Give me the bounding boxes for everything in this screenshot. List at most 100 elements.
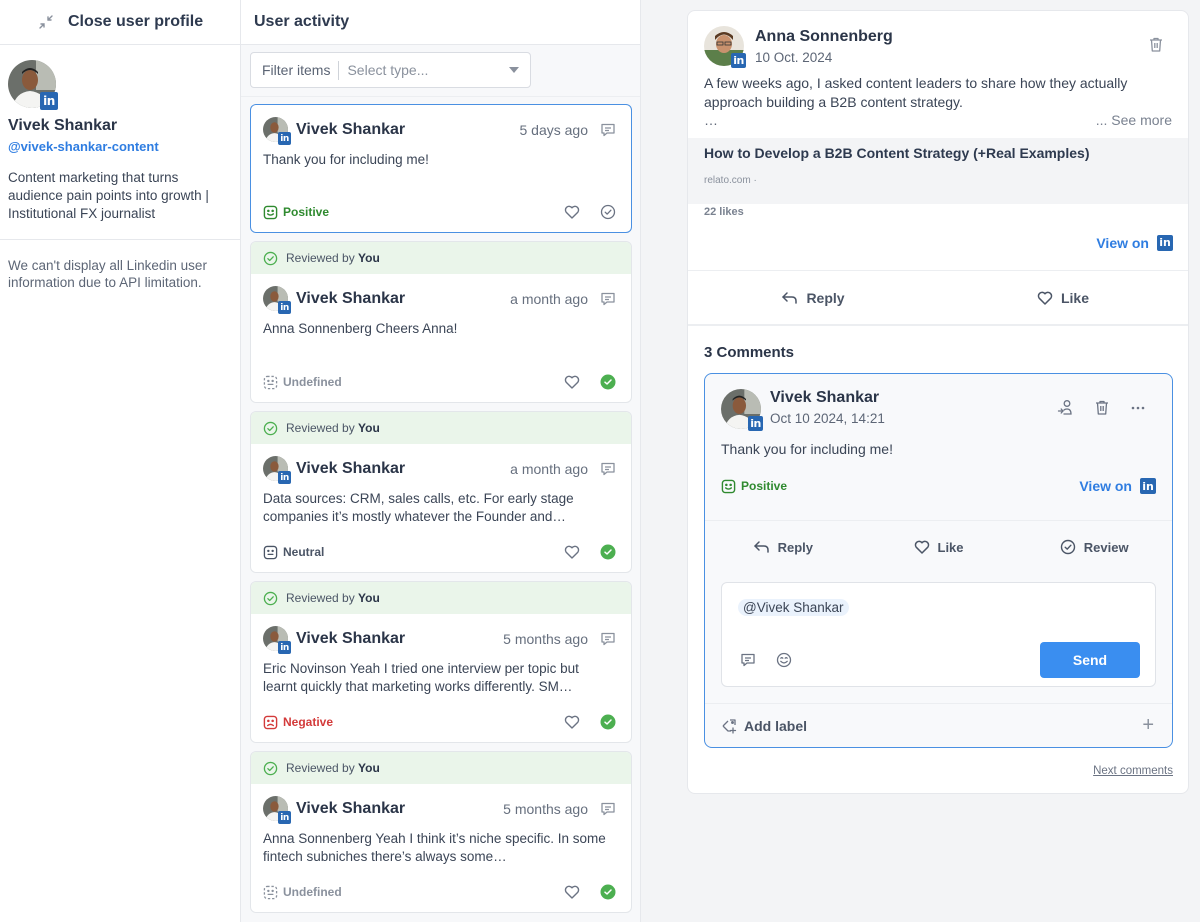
send-button[interactable]: Send [1040, 642, 1140, 678]
sad-face-icon [263, 715, 278, 729]
check-circle-icon [263, 591, 278, 605]
post-date: 10 Oct. 2024 [755, 50, 833, 65]
user-profile-sidebar: Close user profile in Vivek Shankar @viv… [0, 0, 241, 922]
linkedin-badge-icon: in [278, 811, 291, 824]
linkedin-badge-icon: in [278, 301, 291, 314]
plus-icon[interactable]: + [1142, 714, 1154, 737]
reviewed-check-icon[interactable] [600, 714, 616, 730]
comment-reply-button[interactable]: Reply [705, 521, 861, 573]
filter-type-select[interactable]: Filter items Select type... [250, 52, 531, 88]
review-check-icon[interactable] [600, 204, 616, 220]
api-limitation-note: We can't display all Linkedin user infor… [8, 258, 207, 290]
close-user-profile-button[interactable]: Close user profile [0, 0, 240, 45]
linkedin-badge-icon: in [748, 416, 763, 431]
neutral-face-icon [263, 545, 278, 559]
comment-icon[interactable] [600, 801, 616, 817]
linkedin-badge-icon: in [40, 92, 58, 110]
heart-icon[interactable] [564, 884, 580, 900]
comment-date: Oct 10 2024, 14:21 [770, 411, 885, 426]
likes-count: 22 likes [704, 206, 744, 218]
sentiment-badge[interactable]: Positive [263, 205, 564, 220]
profile-name: Vivek Shankar [8, 117, 118, 134]
undefined-sentiment-icon [263, 885, 278, 899]
heart-icon[interactable] [564, 374, 580, 390]
more-options-icon[interactable] [1130, 399, 1146, 416]
reviewed-banner: Reviewed by You [251, 752, 631, 784]
item-time: 5 months ago [503, 800, 588, 817]
next-comments-link[interactable]: Next comments [688, 748, 1188, 777]
comment-card: in Vivek Shankar Oct 10 2024, 14:21 Than… [704, 373, 1173, 748]
activity-title: User activity [254, 13, 350, 30]
avatar: in [263, 117, 291, 145]
comment-icon[interactable] [600, 461, 616, 477]
linkedin-badge-icon: in [278, 471, 291, 484]
trash-icon[interactable] [1148, 36, 1164, 53]
view-on-linkedin-link[interactable]: View on in [1079, 478, 1156, 494]
post-reply-button[interactable]: Reply [688, 271, 938, 324]
activity-item[interactable]: in Vivek Shankar 5 days ago Thank you fo… [250, 104, 632, 233]
post-text: A few weeks ago, I asked content leaders… [704, 75, 1128, 110]
check-circle-icon [263, 421, 278, 435]
item-author: Vivek Shankar [296, 120, 406, 138]
comment-icon[interactable] [600, 122, 616, 138]
item-text: Anna Sonnenberg Cheers Anna! [263, 321, 458, 336]
heart-icon[interactable] [564, 204, 580, 220]
link-domain: relato.com · [704, 175, 757, 186]
reviewed-banner: Reviewed by You [251, 242, 631, 274]
sentiment-badge[interactable]: Negative [263, 715, 564, 730]
reviewed-banner: Reviewed by You [251, 412, 631, 444]
item-author: Vivek Shankar [296, 289, 406, 307]
filter-divider [338, 60, 340, 80]
activity-item[interactable]: Reviewed by You in Vivek Shankar 5 month… [250, 751, 632, 913]
item-text: Anna Sonnenberg Yeah I think it’s niche … [263, 831, 606, 864]
saved-replies-icon[interactable] [740, 652, 756, 668]
chevron-down-icon [509, 67, 519, 73]
reviewed-check-icon[interactable] [600, 884, 616, 900]
sentiment-badge[interactable]: Neutral [263, 545, 564, 560]
add-label-button[interactable]: Add label + [705, 703, 1172, 747]
reply-compose-box[interactable]: @Vivek Shankar Send [721, 582, 1156, 687]
activity-item[interactable]: Reviewed by You in Vivek Shankar a month… [250, 411, 632, 573]
filter-placeholder: Select type... [347, 62, 429, 78]
check-circle-icon [263, 761, 278, 775]
smiley-icon [721, 479, 736, 493]
sentiment-badge[interactable]: Undefined [263, 885, 564, 900]
see-more-link[interactable]: ... See more [1096, 112, 1172, 134]
link-title: How to Develop a B2B Content Strategy (+… [704, 145, 1090, 161]
post-actions: Reply Like [688, 270, 1188, 326]
undefined-sentiment-icon [263, 375, 278, 389]
activity-item[interactable]: Reviewed by You in Vivek Shankar a month… [250, 241, 632, 403]
trash-icon[interactable] [1094, 399, 1110, 416]
activity-item[interactable]: Reviewed by You in Vivek Shankar 5 month… [250, 581, 632, 743]
item-author: Vivek Shankar [296, 799, 406, 817]
filter-bar: Filter items Select type... [241, 45, 640, 97]
comment-like-button[interactable]: Like [861, 521, 1017, 573]
profile-card: in Vivek Shankar @vivek-shankar-content … [0, 45, 240, 240]
smiley-icon [263, 205, 278, 219]
link-preview[interactable]: How to Develop a B2B Content Strategy (+… [688, 138, 1188, 204]
comment-icon[interactable] [600, 291, 616, 307]
reviewed-check-icon[interactable] [600, 374, 616, 390]
reviewed-check-icon[interactable] [600, 544, 616, 560]
sentiment-badge[interactable]: Positive [721, 479, 1079, 494]
profile-bio: Content marketing that turns audience pa… [8, 170, 209, 221]
post: in Anna Sonnenberg 10 Oct. 2024 A few we… [688, 11, 1188, 134]
profile-handle-link[interactable]: @vivek-shankar-content [8, 139, 232, 154]
user-activity-panel: User activity Filter items Select type..… [241, 0, 641, 922]
assign-user-icon[interactable] [1057, 399, 1074, 416]
mention-chip[interactable]: @Vivek Shankar [738, 599, 849, 616]
comment-text: Thank you for including me! [721, 441, 893, 457]
comment-icon[interactable] [600, 631, 616, 647]
linkedin-badge-icon: in [278, 132, 291, 145]
post-like-button[interactable]: Like [938, 271, 1188, 324]
avatar: in [263, 626, 291, 654]
comment-review-button[interactable]: Review [1016, 521, 1172, 573]
reply-icon [753, 541, 769, 553]
emoji-icon[interactable] [776, 652, 792, 668]
linkedin-icon: in [1157, 234, 1173, 251]
heart-icon[interactable] [564, 714, 580, 730]
view-on-linkedin-link[interactable]: View on in [688, 218, 1188, 257]
sentiment-badge[interactable]: Undefined [263, 375, 564, 390]
item-text: Eric Novinson Yeah I tried one interview… [263, 661, 579, 694]
heart-icon[interactable] [564, 544, 580, 560]
